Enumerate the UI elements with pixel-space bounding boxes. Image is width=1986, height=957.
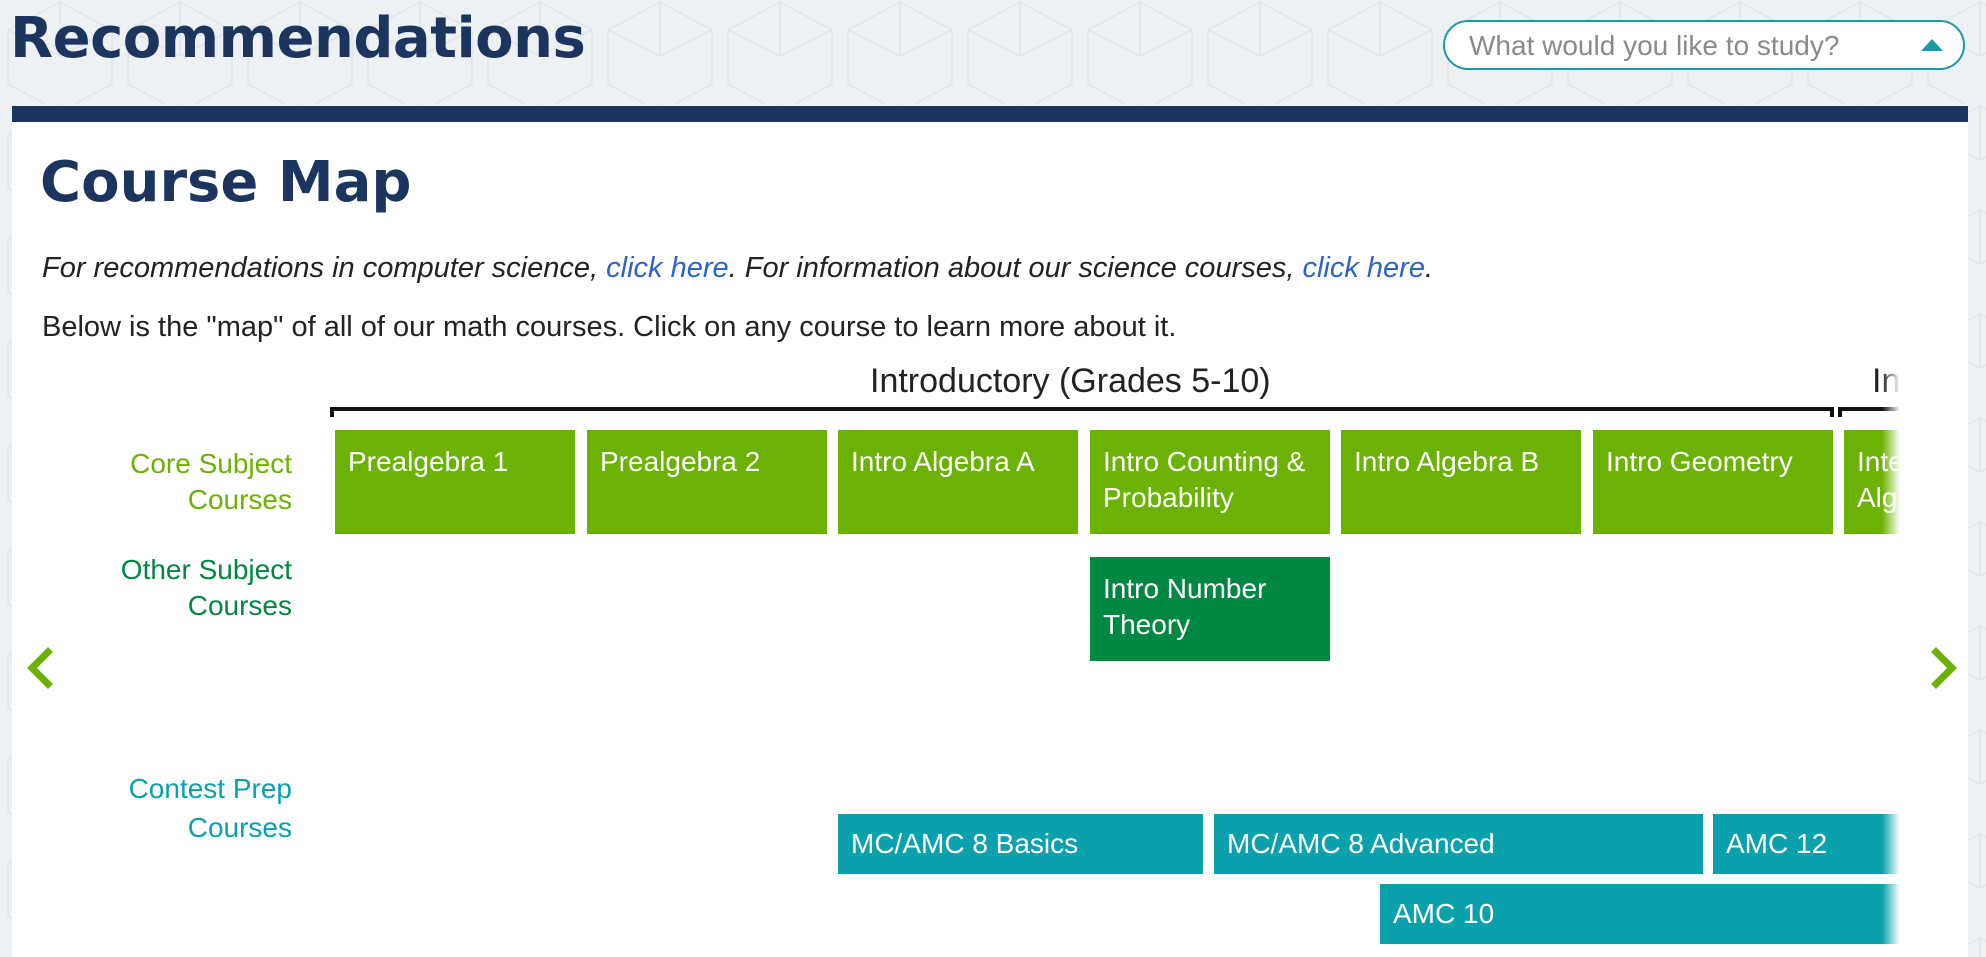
course-label: Theory bbox=[1103, 609, 1191, 640]
intro-text-part: For recommendations in computer science, bbox=[42, 252, 607, 284]
course-label: Probability bbox=[1103, 482, 1234, 513]
row-label-line: Courses bbox=[187, 812, 292, 843]
chevron-right-icon[interactable] bbox=[1924, 646, 1964, 690]
course-label: Intro Algebra A bbox=[851, 446, 1035, 477]
course-intro-counting-probability[interactable]: Intro Counting & Probability bbox=[1090, 430, 1330, 534]
course-mc-amc-8-basics[interactable]: MC/AMC 8 Basics bbox=[838, 814, 1203, 874]
course-prealgebra-2[interactable]: Prealgebra 2 bbox=[587, 430, 827, 534]
row-label-line: Courses bbox=[187, 590, 292, 621]
course-label: MC/AMC 8 Basics bbox=[851, 828, 1079, 859]
study-search-input[interactable] bbox=[1467, 31, 1911, 61]
computer-science-link[interactable]: click here bbox=[606, 252, 729, 284]
course-amc-10[interactable]: AMC 10 bbox=[1380, 884, 1900, 944]
course-intro-algebra-a[interactable]: Intro Algebra A bbox=[838, 430, 1078, 534]
level-bracket-introductory bbox=[330, 407, 1834, 417]
map-description: Below is the "map" of all of our math co… bbox=[42, 311, 1177, 343]
course-label: MC/AMC 8 Advanced bbox=[1227, 828, 1495, 859]
course-intro-geometry[interactable]: Intro Geometry bbox=[1593, 430, 1833, 534]
map-edge-fade bbox=[1882, 350, 1900, 957]
caret-up-icon[interactable] bbox=[1921, 39, 1943, 51]
header-divider-bar bbox=[12, 106, 1968, 122]
course-prealgebra-1[interactable]: Prealgebra 1 bbox=[335, 430, 575, 534]
course-mc-amc-8-advanced[interactable]: MC/AMC 8 Advanced bbox=[1214, 814, 1703, 874]
course-label: AMC 12 bbox=[1726, 828, 1828, 859]
row-label-line: Courses bbox=[187, 484, 292, 515]
course-intro-algebra-b[interactable]: Intro Algebra B bbox=[1341, 430, 1581, 534]
course-label: Intro Algebra B bbox=[1354, 446, 1540, 477]
course-intro-number-theory[interactable]: Intro Number Theory bbox=[1090, 557, 1330, 661]
level-label-introductory: Introductory (Grades 5-10) bbox=[870, 362, 1271, 400]
page-title: Recommendations bbox=[10, 6, 586, 71]
course-label: Prealgebra 1 bbox=[348, 446, 509, 477]
course-label: Prealgebra 2 bbox=[600, 446, 761, 477]
intro-text-part: . bbox=[1424, 252, 1434, 284]
course-amc-12[interactable]: AMC 12 bbox=[1713, 814, 1900, 874]
course-label: Intro Counting & bbox=[1103, 446, 1306, 477]
contest-prep-label: Contest Prep Courses bbox=[129, 769, 292, 847]
course-label: Intro Number bbox=[1103, 573, 1267, 604]
row-label-line: Contest Prep bbox=[128, 773, 292, 804]
core-subject-label: Core Subject Courses bbox=[130, 446, 292, 518]
study-search-box[interactable] bbox=[1443, 20, 1965, 70]
course-map: Introductory (Grades 5-10) In Prealgebra… bbox=[330, 350, 1900, 957]
course-label: AMC 10 bbox=[1393, 898, 1495, 929]
other-subject-label: Other Subject Courses bbox=[121, 552, 292, 624]
course-label: Intro Geometry bbox=[1606, 446, 1793, 477]
science-courses-link[interactable]: click here bbox=[1302, 252, 1425, 284]
row-label-line: Other Subject bbox=[120, 554, 292, 585]
row-label-line: Core Subject bbox=[130, 448, 292, 479]
course-map-title: Course Map bbox=[40, 150, 412, 215]
intro-text-part: . For information about our science cour… bbox=[728, 252, 1303, 284]
intro-text: For recommendations in computer science,… bbox=[42, 252, 1433, 285]
chevron-left-icon[interactable] bbox=[20, 646, 60, 690]
